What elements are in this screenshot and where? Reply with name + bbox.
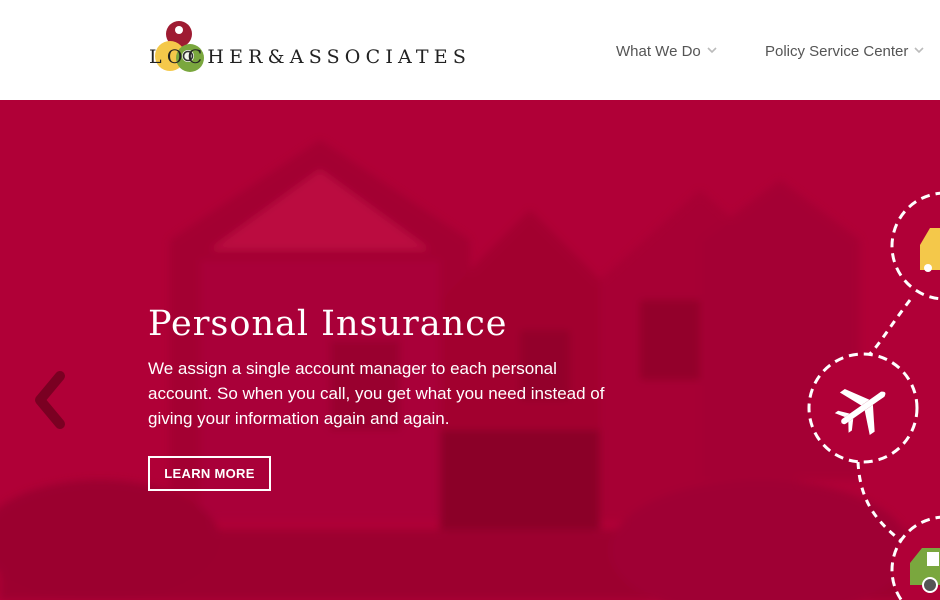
learn-more-button[interactable]: LEARN MORE (148, 456, 271, 491)
nav-item-label: What We Do (616, 43, 701, 60)
site-header: LOCHER&ASSOCIATES What We Do Policy Serv… (0, 0, 940, 100)
chevron-down-icon (914, 41, 924, 58)
nav-item-policy-service-center[interactable]: Policy Service Center (765, 41, 924, 60)
insurance-icons-graphic (807, 191, 940, 600)
nav-item-what-we-do[interactable]: What We Do (616, 41, 717, 60)
hero-title: Personal Insurance (148, 304, 508, 344)
chevron-left-icon (35, 371, 65, 429)
nav-item-label: Policy Service Center (765, 43, 909, 60)
hero-slide: Personal Insurance We assign a single ac… (0, 100, 940, 600)
chevron-down-icon (707, 41, 717, 58)
carousel-prev-button[interactable] (30, 370, 70, 430)
car-icon (890, 191, 940, 301)
rv-icon (890, 515, 940, 600)
main-nav: What We Do Policy Service Center (0, 41, 940, 61)
hero-description: We assign a single account manager to ea… (148, 359, 605, 428)
plane-icon (807, 352, 919, 464)
